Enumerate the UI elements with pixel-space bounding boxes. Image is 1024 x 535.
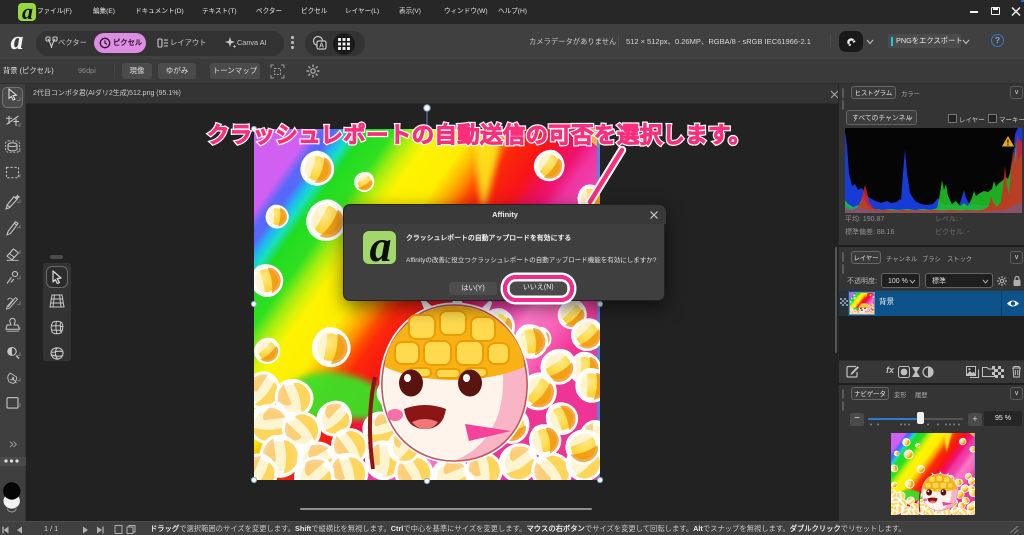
- svg-text:a: a: [370, 231, 392, 264]
- svg-text:!: !: [1007, 139, 1010, 148]
- svg-text:クラッシュレポートの自動送信の可否を選択します。: クラッシュレポートの自動送信の可否を選択します。: [207, 122, 751, 148]
- svg-text:A: A: [319, 43, 324, 50]
- svg-text:a: a: [22, 3, 33, 21]
